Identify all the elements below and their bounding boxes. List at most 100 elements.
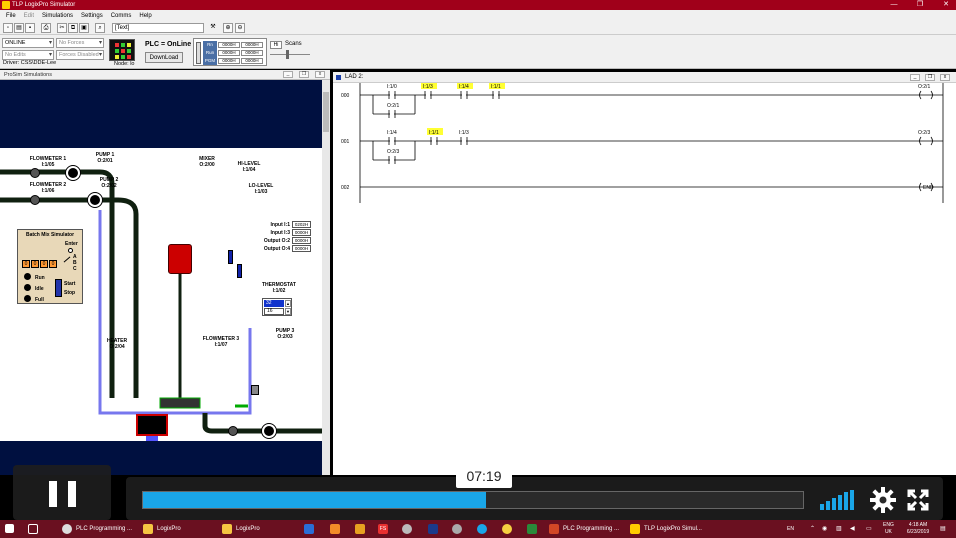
lad-close-button[interactable]: x (940, 74, 950, 81)
app-icon[interactable] (428, 524, 438, 534)
folder-icon[interactable] (222, 524, 232, 534)
app-icon[interactable] (502, 524, 512, 534)
copy-icon[interactable]: ⧉ (68, 23, 78, 33)
contact-label: I:1/4 (387, 130, 397, 136)
sim-titlebar: ProSim Simulations _ ❐ x (0, 70, 330, 80)
thermostat-control[interactable]: 32 16 ▲ ▼ (262, 298, 292, 316)
start-stop-switch-icon[interactable] (55, 279, 62, 297)
spinner-up-icon[interactable]: ▲ (285, 300, 291, 307)
find-icon[interactable]: ⌕ (95, 23, 105, 33)
ladder-icon (336, 75, 341, 80)
app-icon[interactable] (452, 524, 462, 534)
scan-slider[interactable] (270, 54, 310, 55)
menu-simulations[interactable]: Simulations (38, 13, 77, 19)
windows-start-icon[interactable] (5, 524, 14, 533)
powerpoint-icon[interactable] (549, 524, 559, 534)
taskbar-item[interactable]: PLC Programming ... (563, 520, 619, 538)
digit[interactable]: 0 (22, 260, 30, 268)
selector-switch-icon[interactable] (63, 256, 71, 263)
digit[interactable]: 0 (40, 260, 48, 268)
app-icon[interactable] (527, 524, 537, 534)
rpm-value: 0000H (241, 50, 263, 56)
run-icon[interactable]: ⚒ (208, 23, 218, 33)
menu-settings[interactable]: Settings (77, 13, 107, 19)
volume-icon[interactable] (820, 490, 856, 510)
sim-close-button[interactable]: x (315, 71, 325, 78)
forces-select[interactable]: No Forces (56, 38, 104, 48)
maximize-button[interactable]: ❐ (908, 0, 932, 10)
settings-gear-icon[interactable] (870, 487, 896, 513)
menu-help[interactable]: Help (135, 13, 155, 19)
progress-bar[interactable] (142, 491, 804, 509)
lad-minimize-button[interactable]: _ (910, 74, 920, 81)
task-view-icon[interactable] (28, 524, 38, 534)
abc-labels: A B C (73, 254, 77, 272)
mode-selector-icon[interactable] (196, 42, 201, 64)
enter-button[interactable] (68, 248, 73, 253)
heater-icon (136, 414, 168, 436)
logixpro-icon[interactable] (630, 524, 640, 534)
mode-select[interactable]: ONLINE (2, 38, 54, 48)
menu-edit[interactable]: Edit (20, 13, 38, 19)
scan-slider-thumb[interactable] (286, 50, 289, 59)
tray-up-icon[interactable]: ⌃ (810, 520, 815, 538)
save-icon[interactable]: ▪ (25, 23, 35, 33)
sim-restore-button[interactable]: ❐ (299, 71, 309, 78)
app-icon[interactable]: FS (378, 524, 388, 534)
minimize-button[interactable]: — (882, 0, 906, 10)
sim-scroll-thumb[interactable] (323, 92, 329, 132)
app-icon[interactable] (355, 524, 365, 534)
input-language[interactable]: ENG UK (883, 522, 894, 536)
taskbar-item[interactable]: PLC Programming ... (76, 520, 132, 538)
fullscreen-icon[interactable] (907, 489, 929, 511)
lad-restore-button[interactable]: ❐ (925, 74, 935, 81)
sim-scrollbar[interactable] (322, 80, 330, 475)
rung-number: 001 (341, 139, 350, 145)
new-file-icon[interactable]: ▫ (3, 23, 13, 33)
app-icon[interactable] (402, 524, 412, 534)
battery-icon[interactable]: ▭ (866, 520, 872, 538)
forces-state-select[interactable]: Forces Disabled (56, 50, 104, 60)
clock[interactable]: 4:18 AM 6/23/2019 (900, 522, 936, 536)
mode-label: PGM (204, 58, 216, 63)
print-icon[interactable]: ⎙ (41, 23, 51, 33)
coil[interactable]: O:2/1 (918, 84, 933, 100)
pump-2-label: PUMP 2 O:2/02 (99, 177, 119, 189)
taskbar-item[interactable]: TLP LogixPro Simul... (644, 520, 702, 538)
text-select[interactable]: [Text] (112, 23, 204, 33)
chrome-icon[interactable] (62, 524, 72, 534)
spinner-down-icon[interactable]: ▼ (285, 308, 291, 315)
app-icon[interactable] (477, 524, 487, 534)
network-icon[interactable]: ▥ (836, 520, 842, 538)
paste-icon[interactable]: ▣ (79, 23, 89, 33)
folder-icon[interactable] (143, 524, 153, 534)
zoom-in-icon[interactable]: ⊕ (223, 23, 233, 33)
notifications-icon[interactable]: ▤ (940, 520, 946, 538)
close-button[interactable]: ✕ (934, 0, 956, 10)
thermostat-actual[interactable]: 16 (264, 308, 284, 315)
download-button[interactable]: DownLoad (145, 52, 183, 63)
menu-file[interactable]: File (2, 13, 20, 19)
mode-label: Run (205, 50, 215, 55)
open-file-icon[interactable]: ▤ (14, 23, 24, 33)
node-icon[interactable] (109, 39, 135, 61)
menu-comms[interactable]: Comms (107, 13, 136, 19)
scan-value[interactable]: Hi (270, 41, 282, 49)
sim-minimize-button[interactable]: _ (283, 71, 293, 78)
app-icon[interactable] (304, 524, 314, 534)
taskbar-item[interactable]: LogixPro (157, 520, 181, 538)
rpm-value: 0000H (218, 42, 240, 48)
cut-icon[interactable]: ✂ (57, 23, 67, 33)
speaker-icon[interactable]: ◀ (850, 520, 855, 538)
digit[interactable]: 0 (49, 260, 57, 268)
thermostat-setpoint[interactable]: 32 (264, 300, 284, 307)
edits-select[interactable]: No Edits (2, 50, 54, 60)
tray-icon[interactable]: ◉ (822, 520, 827, 538)
digit[interactable]: 0 (31, 260, 39, 268)
pause-button[interactable] (13, 465, 111, 520)
taskbar-item[interactable]: LogixPro (236, 520, 260, 538)
zoom-out-icon[interactable]: ⊖ (235, 23, 245, 33)
coil[interactable]: O:2/3 (918, 130, 933, 146)
rung-number: 000 (341, 93, 350, 99)
app-icon[interactable] (330, 524, 340, 534)
